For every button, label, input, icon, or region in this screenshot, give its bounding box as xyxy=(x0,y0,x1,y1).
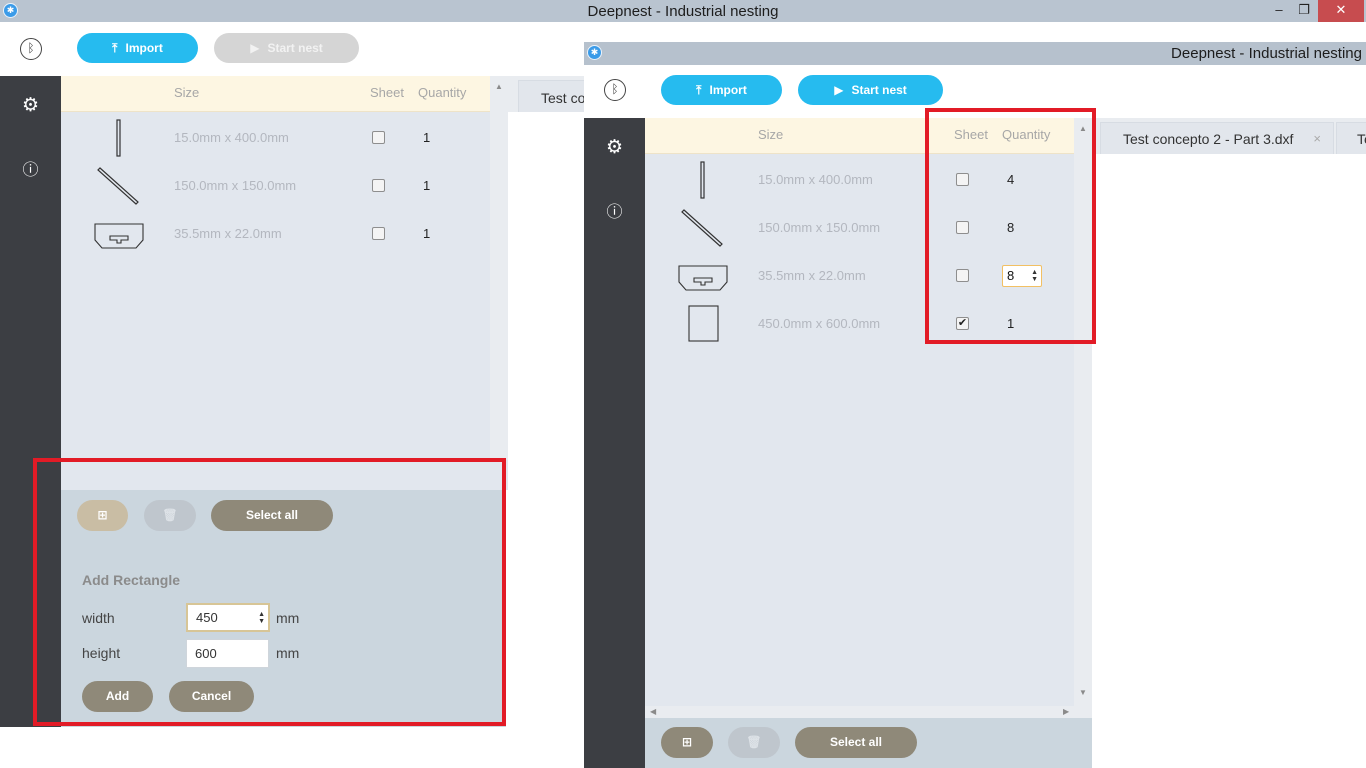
import-label: Import xyxy=(125,41,163,55)
quantity-column-header: Quantity xyxy=(418,85,467,100)
part-size: 150.0mm x 150.0mm xyxy=(174,178,297,193)
part-row[interactable]: 150.0mm x 150.0mm 1 xyxy=(61,162,490,210)
vertical-bar-part-icon xyxy=(116,119,121,157)
tab-next[interactable]: Te xyxy=(1336,122,1366,154)
part-quantity[interactable]: 1 xyxy=(423,162,430,210)
part-quantity[interactable]: 1 xyxy=(423,114,430,162)
import-icon: ⤒ xyxy=(696,83,702,97)
start-nest-label: Start nest xyxy=(851,83,907,97)
scroll-down-arrow-icon[interactable]: ▼ xyxy=(1079,688,1087,697)
scroll-up-arrow-icon[interactable]: ▲ xyxy=(495,82,503,91)
tab-test-concepto-2[interactable]: Test concepto 2 - Part 3.dxf × xyxy=(1100,122,1334,154)
import-button[interactable]: ⤒ Import xyxy=(77,33,198,63)
play-icon: ▶ xyxy=(250,41,260,55)
vertical-bar-part-icon xyxy=(700,161,705,199)
play-icon: ▶ xyxy=(834,83,844,97)
right-app-window: ✱ Deepnest - Industrial nesting ᛒ ⤒ Impor… xyxy=(584,42,1366,768)
bracket-part-icon xyxy=(94,223,144,249)
left-window-title: Deepnest - Industrial nesting xyxy=(587,3,779,20)
trash-icon: 🗑 xyxy=(746,735,762,749)
sheet-checkbox[interactable] xyxy=(372,131,385,144)
nest-canvas xyxy=(508,112,584,727)
delete-button[interactable]: 🗑 xyxy=(728,727,780,758)
sheet-column-header: Sheet xyxy=(370,85,404,100)
sheet-checkbox[interactable] xyxy=(372,227,385,240)
right-sidebar: ⚙ ⓘ xyxy=(584,118,645,768)
left-title-bar: ✱ Deepnest - Industrial nesting ‒ ❐ ✕ xyxy=(0,0,1366,22)
start-nest-button[interactable]: ▶ Start nest xyxy=(798,75,943,105)
scroll-right-arrow-icon[interactable]: ▶ xyxy=(1063,707,1069,716)
left-parts-scrollbar[interactable]: ▲ xyxy=(490,76,508,460)
part-size: 450.0mm x 600.0mm xyxy=(758,316,881,331)
part-size: 35.5mm x 22.0mm xyxy=(758,268,866,283)
part-row[interactable]: 35.5mm x 22.0mm 1 xyxy=(61,210,490,258)
right-parts-hscrollbar[interactable]: ◀ ▶ xyxy=(645,706,1092,718)
start-nest-button[interactable]: ▶ Start nest xyxy=(214,33,359,63)
left-parts-list: Size Sheet Quantity 15.0mm x 400.0mm 1 1… xyxy=(61,76,490,460)
add-part-button[interactable]: ⊞ xyxy=(661,727,713,758)
close-icon[interactable]: ✕ xyxy=(1318,0,1364,22)
size-column-header: Size xyxy=(758,127,784,142)
highlight-box-sheet-quantity xyxy=(925,108,1096,344)
maximize-icon[interactable]: ❐ xyxy=(1289,0,1319,22)
right-bottom-panel: ⊞ 🗑 Select all xyxy=(645,718,1092,768)
part-size: 150.0mm x 150.0mm xyxy=(758,220,881,235)
start-nest-label: Start nest xyxy=(267,41,323,55)
deepnest-logo-icon: ᛒ xyxy=(604,79,626,101)
diagonal-part-icon xyxy=(97,167,139,205)
part-quantity[interactable]: 1 xyxy=(423,210,430,258)
bracket-part-icon xyxy=(678,265,728,291)
import-label: Import xyxy=(709,83,747,97)
right-tabs-area: Test concepto 2 - Part 3.dxf × Te xyxy=(1092,118,1366,768)
left-tabs-area: Test co xyxy=(508,76,608,727)
nest-canvas xyxy=(1092,154,1366,768)
app-bluetooth-icon: ✱ xyxy=(587,45,602,60)
rectangle-part-icon xyxy=(688,305,719,342)
info-icon[interactable]: ⓘ xyxy=(584,198,645,222)
diagonal-part-icon xyxy=(681,209,723,247)
part-size: 15.0mm x 400.0mm xyxy=(758,172,873,187)
info-icon[interactable]: ⓘ xyxy=(0,156,61,180)
part-size: 35.5mm x 22.0mm xyxy=(174,226,282,241)
close-tab-icon[interactable]: × xyxy=(1313,123,1321,154)
part-row[interactable]: 15.0mm x 400.0mm 1 xyxy=(61,114,490,162)
deepnest-logo-icon: ᛒ xyxy=(20,38,42,60)
add-square-icon: ⊞ xyxy=(681,735,693,749)
parts-table-header: Size Sheet Quantity xyxy=(61,76,490,112)
part-size: 15.0mm x 400.0mm xyxy=(174,130,289,145)
import-button[interactable]: ⤒ Import xyxy=(661,75,782,105)
select-all-button[interactable]: Select all xyxy=(795,727,917,758)
right-title-bar: ✱ Deepnest - Industrial nesting xyxy=(584,42,1366,65)
import-icon: ⤒ xyxy=(112,41,118,55)
sheet-checkbox[interactable] xyxy=(372,179,385,192)
scroll-left-arrow-icon[interactable]: ◀ xyxy=(650,707,656,716)
highlight-box-add-rectangle xyxy=(33,458,506,726)
size-column-header: Size xyxy=(174,85,200,100)
right-window-title: Deepnest - Industrial nesting xyxy=(1171,45,1362,62)
settings-gear-icon[interactable]: ⚙ xyxy=(0,94,61,117)
settings-gear-icon[interactable]: ⚙ xyxy=(584,136,645,159)
tab-label: Test concepto 2 - Part 3.dxf xyxy=(1123,131,1294,147)
